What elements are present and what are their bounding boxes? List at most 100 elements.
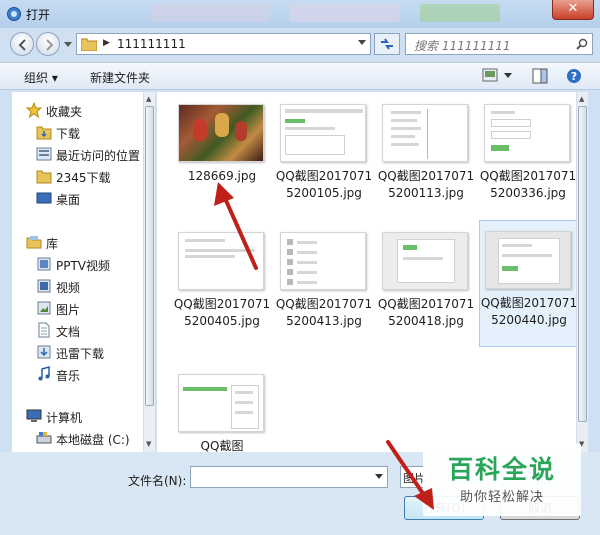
- pictures-icon: [37, 301, 51, 315]
- file-item[interactable]: 128669.jpg: [173, 94, 271, 219]
- new-folder-button[interactable]: 新建文件夹: [90, 69, 150, 86]
- forward-button[interactable]: [36, 32, 60, 56]
- file-name: QQ截图20170715200113.jpg: [377, 169, 475, 200]
- file-name: QQ截图: [200, 439, 244, 452]
- file-item[interactable]: QQ截图: [173, 364, 271, 452]
- file-list: 128669.jpg QQ截图20170715200105.jpg QQ截图20…: [157, 92, 576, 452]
- background-tab: [150, 4, 270, 22]
- nav-item-videos[interactable]: 视频: [12, 276, 142, 296]
- nav-item-recent-places[interactable]: 最近访问的位置: [12, 144, 142, 164]
- file-name: QQ截图20170715200413.jpg: [275, 297, 373, 328]
- file-item[interactable]: QQ截图20170715200418.jpg: [377, 222, 475, 347]
- scrollbar-thumb[interactable]: [145, 106, 154, 406]
- nav-item-pictures[interactable]: 图片: [12, 298, 142, 318]
- nav-item-pptv[interactable]: PPTV视频: [12, 254, 142, 274]
- filename-label: 文件名(N):: [128, 474, 187, 488]
- file-name: QQ截图20170715200440.jpg: [480, 296, 576, 327]
- nav-item-xunlei[interactable]: 迅雷下载: [12, 342, 142, 362]
- folder-icon: [36, 170, 52, 184]
- file-thumbnail: [382, 232, 468, 290]
- file-thumbnail: [484, 104, 570, 162]
- scroll-up-icon[interactable]: ▲: [579, 95, 584, 103]
- search-input[interactable]: 搜索 111111111: [405, 33, 593, 55]
- drive-icon: [36, 432, 52, 444]
- file-name: QQ截图20170715200405.jpg: [173, 297, 271, 328]
- close-button[interactable]: ✕: [552, 0, 594, 20]
- filename-input[interactable]: [190, 466, 388, 488]
- file-thumbnail: [382, 104, 468, 162]
- star-icon: [26, 102, 42, 118]
- nav-item-downloads[interactable]: 下载: [12, 122, 142, 142]
- address-bar[interactable]: ▶ 111111111: [76, 33, 371, 55]
- file-thumbnail: [178, 104, 264, 162]
- watermark: 百科全说 助你轻松解决: [423, 444, 581, 516]
- nav-favorites[interactable]: 收藏夹: [12, 100, 142, 120]
- file-thumbnail: [280, 104, 366, 162]
- title-bar: 打开 ✕: [0, 0, 600, 28]
- navigation-scrollbar[interactable]: ▲ ▼: [143, 92, 155, 452]
- xunlei-download-icon: [37, 345, 51, 359]
- file-item-selected[interactable]: QQ截图20170715200440.jpg: [479, 220, 576, 347]
- window-title: 打开: [26, 8, 51, 22]
- history-dropdown-icon[interactable]: [64, 40, 72, 48]
- file-name: QQ截图20170715200336.jpg: [479, 169, 576, 200]
- file-name: 128669.jpg: [187, 169, 257, 183]
- scroll-up-icon[interactable]: ▲: [146, 95, 151, 103]
- scrollbar-thumb[interactable]: [578, 106, 587, 422]
- window-icon: [7, 7, 21, 21]
- address-row: ▶ 111111111 搜索 111111111: [0, 28, 600, 60]
- scroll-down-icon[interactable]: ▼: [146, 440, 151, 448]
- background-tab: [420, 4, 500, 22]
- folder-icon: [81, 38, 97, 51]
- forward-arrow-icon: [46, 39, 54, 51]
- navigation-pane: 收藏夹 下载 最近访问的位置 2345下载 桌面 库 PPTV视频 视频 图片 …: [12, 92, 155, 452]
- organize-button[interactable]: 组织 ▾: [24, 69, 58, 86]
- watermark-subtitle: 助你轻松解决: [459, 490, 544, 505]
- file-item[interactable]: QQ截图20170715200113.jpg: [377, 94, 475, 219]
- breadcrumb-arrow-icon[interactable]: ▶: [103, 38, 110, 48]
- music-icon: [38, 366, 50, 381]
- nav-computer[interactable]: 计算机: [12, 406, 142, 426]
- background-tab: [290, 4, 400, 22]
- computer-icon: [26, 409, 42, 422]
- watermark-title: 百科全说: [447, 455, 556, 484]
- file-thumbnail: [485, 231, 571, 289]
- file-item[interactable]: QQ截图20170715200405.jpg: [173, 222, 271, 347]
- nav-libraries[interactable]: 库: [12, 232, 142, 252]
- file-thumbnail: [178, 232, 264, 290]
- desktop-icon: [36, 192, 52, 204]
- video-library-icon: [37, 257, 51, 271]
- nav-item-2345-downloads[interactable]: 2345下载: [12, 166, 142, 186]
- file-thumbnail: [280, 232, 366, 290]
- close-icon: ✕: [567, 1, 579, 16]
- preview-pane-icon[interactable]: [532, 68, 548, 84]
- nav-item-music[interactable]: 音乐: [12, 364, 142, 384]
- change-view-icon[interactable]: [482, 68, 498, 82]
- file-name: QQ截图20170715200418.jpg: [377, 297, 475, 328]
- back-arrow-icon: [18, 39, 26, 51]
- nav-item-documents[interactable]: 文档: [12, 320, 142, 340]
- view-dropdown-icon[interactable]: [504, 73, 512, 79]
- help-icon[interactable]: ?: [566, 68, 582, 84]
- filename-dropdown-icon[interactable]: [375, 474, 383, 480]
- library-icon: [26, 236, 42, 249]
- video-icon: [37, 279, 51, 293]
- documents-icon: [38, 322, 50, 338]
- file-item[interactable]: QQ截图20170715200336.jpg: [479, 94, 576, 219]
- refresh-button[interactable]: [374, 33, 400, 55]
- downloads-folder-icon: [36, 126, 52, 140]
- refresh-icon: [381, 38, 393, 50]
- search-icon: [576, 38, 588, 50]
- recent-places-icon: [36, 147, 52, 161]
- file-list-scrollbar[interactable]: ▲ ▼: [576, 92, 588, 452]
- file-item[interactable]: QQ截图20170715200413.jpg: [275, 222, 373, 347]
- nav-item-local-disk-c[interactable]: 本地磁盘 (C:): [12, 428, 142, 448]
- svg-text:?: ?: [571, 70, 577, 83]
- address-dropdown-icon[interactable]: [358, 40, 366, 46]
- file-item[interactable]: QQ截图20170715200105.jpg: [275, 94, 373, 219]
- search-placeholder: 搜索 111111111: [414, 39, 511, 53]
- nav-item-desktop[interactable]: 桌面: [12, 188, 142, 208]
- toolbar: 组织 ▾ 新建文件夹 ?: [0, 62, 600, 90]
- address-path[interactable]: 111111111: [117, 37, 186, 51]
- back-button[interactable]: [10, 32, 34, 56]
